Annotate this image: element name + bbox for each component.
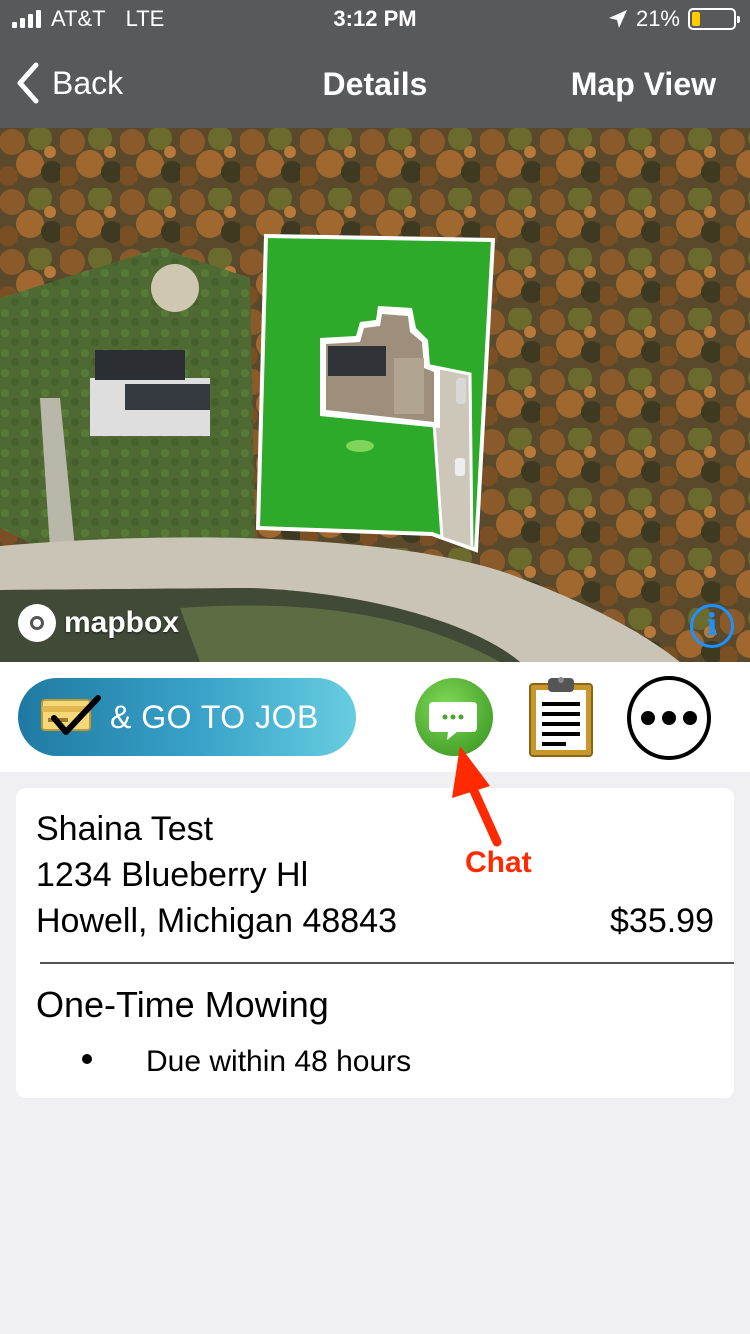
more-dot-icon xyxy=(683,711,697,725)
more-options-button[interactable] xyxy=(627,676,711,760)
clipboard-notes-button[interactable] xyxy=(526,674,596,760)
aerial-imagery xyxy=(0,128,750,662)
chat-bubble-icon xyxy=(429,702,477,740)
status-right: 21% xyxy=(608,6,740,32)
location-arrow-icon xyxy=(608,10,627,28)
property-map[interactable]: mapbox i xyxy=(0,128,750,662)
service-type: One-Time Mowing xyxy=(36,984,329,1025)
chevron-left-icon xyxy=(17,62,39,104)
job-note: Due within 48 hours xyxy=(146,1045,412,1078)
chat-button[interactable] xyxy=(415,678,493,756)
back-button[interactable]: Back xyxy=(16,62,123,104)
back-label: Back xyxy=(52,64,124,101)
status-bar: AT&T LTE 3:12 PM 21% xyxy=(0,0,750,40)
bullet-icon xyxy=(82,1054,92,1064)
map-info-button[interactable]: i xyxy=(690,604,734,648)
action-bar: & GO TO JOB xyxy=(0,662,750,772)
navigation-bar: Back Details Map View xyxy=(0,40,750,128)
job-details-card: Shaina Test 1234 Blueberry Hl Howell, Mi… xyxy=(16,788,734,1098)
divider xyxy=(40,962,734,964)
battery-icon xyxy=(688,8,740,30)
address-line-1: 1234 Blueberry Hl xyxy=(36,856,309,894)
go-to-job-button[interactable]: & GO TO JOB xyxy=(18,678,356,756)
go-to-job-label: & GO TO JOB xyxy=(110,698,319,735)
battery-percent: 21% xyxy=(635,6,680,31)
address-line-2: Howell, Michigan 48843 xyxy=(36,902,397,940)
clipboard-icon xyxy=(529,677,593,757)
job-price: $35.99 xyxy=(610,902,714,940)
mapbox-icon xyxy=(18,604,56,642)
more-dot-icon xyxy=(662,711,676,725)
mapbox-label: mapbox xyxy=(64,606,180,639)
mapbox-attribution[interactable]: mapbox xyxy=(18,604,179,642)
more-dot-icon xyxy=(641,711,655,725)
map-view-button[interactable]: Map View xyxy=(571,66,716,103)
credit-card-check-icon xyxy=(41,695,101,735)
customer-name: Shaina Test xyxy=(36,810,214,848)
